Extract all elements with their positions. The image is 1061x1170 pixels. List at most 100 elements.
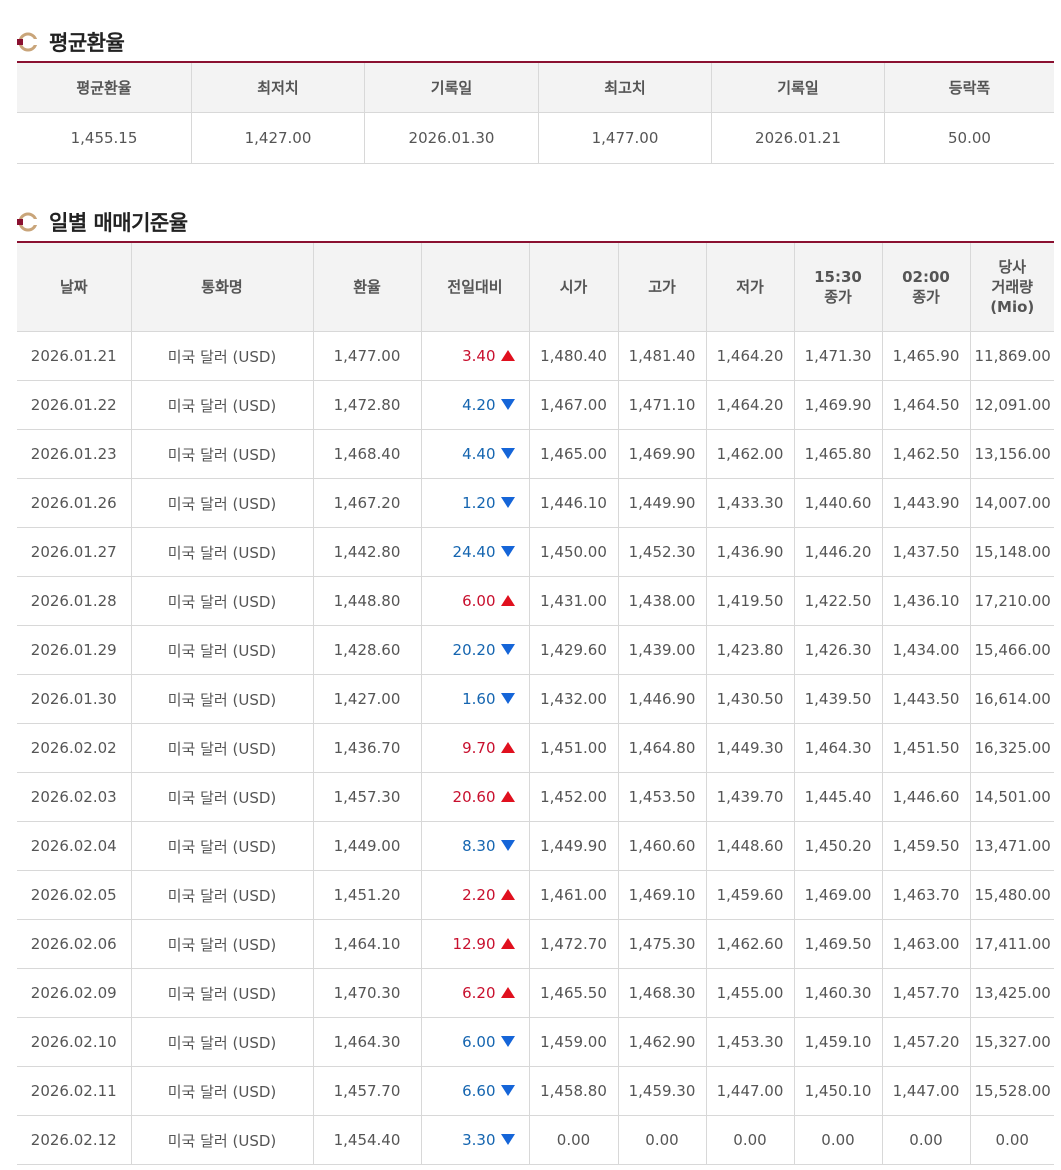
cell-volume: 12,091.00 — [970, 380, 1054, 430]
cell-currency: 미국 달러 (USD) — [131, 1066, 314, 1116]
cell-low: 1,462.60 — [706, 919, 795, 969]
cell-close-0200: 1,457.70 — [882, 968, 971, 1018]
arrow-down-icon — [500, 497, 515, 508]
cell-low: 1,459.60 — [706, 870, 795, 920]
cell-currency: 미국 달러 (USD) — [131, 576, 314, 626]
cell-high: 1,453.50 — [618, 772, 707, 822]
cell-open: 1,480.40 — [529, 331, 619, 381]
change-value: 4.40 — [462, 445, 496, 463]
cell-rate: 1,449.00 — [313, 821, 422, 871]
arrow-down-icon — [500, 1036, 515, 1047]
arrow-down-icon — [500, 546, 515, 557]
cell-change: 6.20 — [421, 968, 530, 1018]
cell-volume: 17,210.00 — [970, 576, 1054, 626]
header-volume: 당사 거래량 (Mio) — [970, 242, 1054, 332]
cell-change: 6.60 — [421, 1066, 530, 1116]
arrow-down-icon — [500, 1085, 515, 1096]
cell-currency: 미국 달러 (USD) — [131, 625, 314, 675]
table-row: 2026.02.09 미국 달러 (USD) 1,470.30 6.20 1,465.5… — [17, 968, 1054, 1018]
cell-rate: 1,464.30 — [313, 1017, 422, 1067]
cell-volume: 11,869.00 — [970, 331, 1054, 381]
cell-date: 2026.02.02 — [17, 723, 132, 773]
table-row: 2026.01.21 미국 달러 (USD) 1,477.00 3.40 1,480.4… — [17, 331, 1054, 381]
cell-change: 6.00 — [421, 1017, 530, 1067]
cell-volume: 14,501.00 — [970, 772, 1054, 822]
cell-low: 1,464.20 — [706, 380, 795, 430]
cell-close-0200: 1,443.90 — [882, 478, 971, 528]
cell-change: 6.00 — [421, 576, 530, 626]
daily-rate-table: 날짜 통화명 환율 전일대비 시가 고가 저가 15:30 종가 02:00 종가 당사 거래량 … — [17, 241, 1054, 1165]
change-value: 3.30 — [462, 1131, 496, 1149]
cell-change: 24.40 — [421, 527, 530, 577]
cell-open: 1,446.10 — [529, 478, 619, 528]
daily-section-title: 일별 매매기준율 — [17, 207, 188, 237]
cell-close-1530: 1,465.80 — [794, 429, 883, 479]
cell-date: 2026.01.27 — [17, 527, 132, 577]
cell-high: 1,460.60 — [618, 821, 707, 871]
arrow-up-icon — [500, 742, 515, 753]
cell-rate: 1,457.70 — [313, 1066, 422, 1116]
cell-change: 3.30 — [421, 1115, 530, 1165]
cell-volume: 14,007.00 — [970, 478, 1054, 528]
cell-change: 20.20 — [421, 625, 530, 675]
cell-currency: 미국 달러 (USD) — [131, 429, 314, 479]
arrow-up-icon — [500, 987, 515, 998]
cell-open: 1,429.60 — [529, 625, 619, 675]
cell-rate: 1,477.00 — [313, 331, 422, 381]
table-row: 2026.01.27 미국 달러 (USD) 1,442.80 24.40 1,450.… — [17, 527, 1054, 577]
table-row: 2026.02.02 미국 달러 (USD) 1,436.70 9.70 1,451.0… — [17, 723, 1054, 773]
value-average: 1,455.15 — [17, 112, 192, 164]
cell-high: 1,469.10 — [618, 870, 707, 920]
arrow-up-icon — [500, 791, 515, 802]
cell-low: 1,439.70 — [706, 772, 795, 822]
cell-open: 1,465.00 — [529, 429, 619, 479]
header-average: 평균환율 — [17, 62, 192, 113]
cell-currency: 미국 달러 (USD) — [131, 674, 314, 724]
header-rate: 환율 — [313, 242, 422, 332]
change-value: 6.60 — [462, 1082, 496, 1100]
cell-volume: 15,148.00 — [970, 527, 1054, 577]
cell-close-0200: 1,464.50 — [882, 380, 971, 430]
arrow-up-icon — [500, 595, 515, 606]
cell-low: 1,447.00 — [706, 1066, 795, 1116]
cell-low: 1,449.30 — [706, 723, 795, 773]
header-high: 고가 — [618, 242, 707, 332]
table-row: 2026.01.26 미국 달러 (USD) 1,467.20 1.20 1,446.1… — [17, 478, 1054, 528]
cell-change: 20.60 — [421, 772, 530, 822]
cell-low: 1,448.60 — [706, 821, 795, 871]
cell-change: 4.40 — [421, 429, 530, 479]
cell-change: 12.90 — [421, 919, 530, 969]
cell-close-0200: 1,447.00 — [882, 1066, 971, 1116]
cell-low: 1,433.30 — [706, 478, 795, 528]
cell-date: 2026.01.30 — [17, 674, 132, 724]
cell-currency: 미국 달러 (USD) — [131, 380, 314, 430]
cell-date: 2026.02.03 — [17, 772, 132, 822]
header-max: 최고치 — [538, 62, 712, 113]
change-value: 1.60 — [462, 690, 496, 708]
cell-rate: 1,427.00 — [313, 674, 422, 724]
cell-open: 1,450.00 — [529, 527, 619, 577]
cell-close-1530: 1,439.50 — [794, 674, 883, 724]
cell-change: 8.30 — [421, 821, 530, 871]
table-row: 2026.01.28 미국 달러 (USD) 1,448.80 6.00 1,431.0… — [17, 576, 1054, 626]
cell-change: 2.20 — [421, 870, 530, 920]
cell-close-1530: 1,459.10 — [794, 1017, 883, 1067]
value-max-date: 2026.01.21 — [711, 112, 885, 164]
value-range: 50.00 — [884, 112, 1054, 164]
cell-rate: 1,428.60 — [313, 625, 422, 675]
cell-currency: 미국 달러 (USD) — [131, 968, 314, 1018]
cell-high: 1,449.90 — [618, 478, 707, 528]
cell-close-1530: 1,450.10 — [794, 1066, 883, 1116]
cell-high: 1,446.90 — [618, 674, 707, 724]
cell-date: 2026.01.29 — [17, 625, 132, 675]
cell-open: 1,449.90 — [529, 821, 619, 871]
cell-close-0200: 1,463.00 — [882, 919, 971, 969]
cell-close-0200: 1,459.50 — [882, 821, 971, 871]
header-max-date: 기록일 — [711, 62, 885, 113]
change-value: 6.20 — [462, 984, 496, 1002]
header-currency: 통화명 — [131, 242, 314, 332]
cell-low: 1,464.20 — [706, 331, 795, 381]
cell-high: 1,475.30 — [618, 919, 707, 969]
arrow-up-icon — [500, 938, 515, 949]
cell-close-0200: 1,465.90 — [882, 331, 971, 381]
